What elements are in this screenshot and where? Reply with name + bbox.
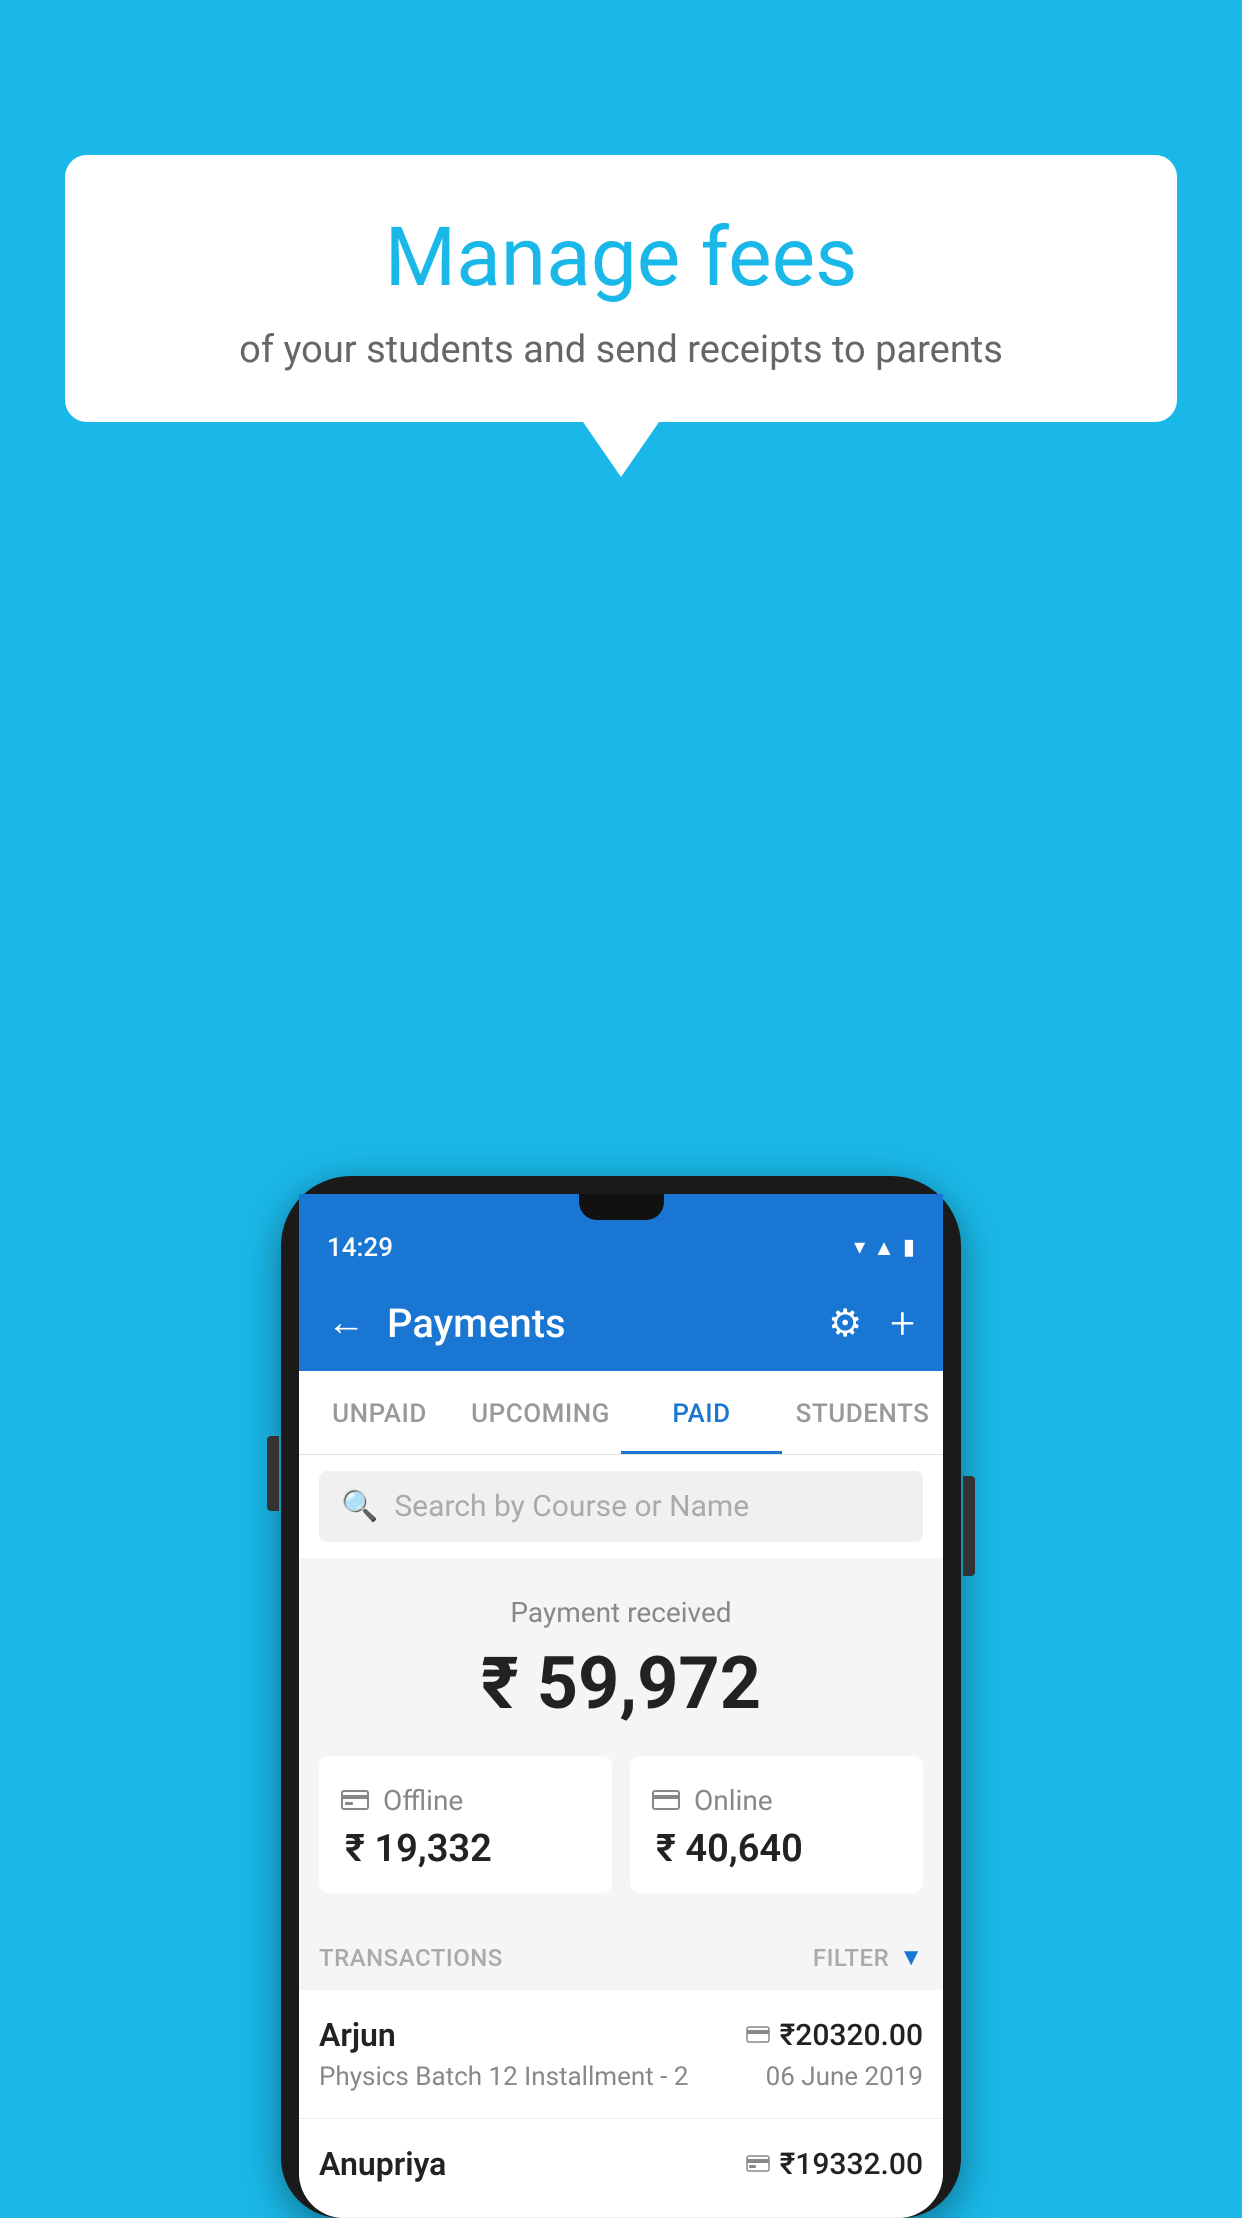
online-icon xyxy=(652,1784,680,1817)
speech-bubble-title: Manage fees xyxy=(125,210,1117,306)
online-label: Online xyxy=(694,1784,773,1817)
battery-icon: ▮ xyxy=(903,1235,915,1260)
status-icons: ▾ ▲ ▮ xyxy=(854,1235,915,1261)
transaction-course: Physics Batch 12 Installment - 2 xyxy=(319,2062,688,2092)
transaction-name: Arjun xyxy=(319,2016,396,2054)
speech-bubble-arrow xyxy=(583,422,659,477)
tab-unpaid[interactable]: UNPAID xyxy=(299,1371,460,1454)
transactions-label: TRANSACTIONS xyxy=(319,1944,503,1972)
offline-card-header: Offline xyxy=(341,1784,590,1817)
transaction-offline-icon xyxy=(746,2150,770,2178)
transaction-amount: ₹20320.00 xyxy=(780,2018,923,2053)
tab-students[interactable]: STUDENTS xyxy=(782,1371,943,1454)
transaction-amount-container: ₹19332.00 xyxy=(746,2147,923,2182)
header-right: ⚙ + xyxy=(828,1297,915,1349)
wifi-icon: ▾ xyxy=(854,1235,865,1260)
back-button[interactable]: ← xyxy=(327,1301,365,1345)
search-bar[interactable]: 🔍 Search by Course or Name xyxy=(319,1471,923,1542)
transaction-amount: ₹19332.00 xyxy=(780,2147,923,2182)
header-left: ← Payments xyxy=(327,1300,566,1347)
tab-upcoming[interactable]: UPCOMING xyxy=(460,1371,621,1454)
phone-frame: 14:29 ▾ ▲ ▮ ← Payments ⚙ + UNPAID UPCOMI… xyxy=(281,1176,961,2218)
payment-summary: Payment received ₹ 59,972 xyxy=(299,1558,943,1756)
tabs-container: UNPAID UPCOMING PAID STUDENTS xyxy=(299,1371,943,1455)
status-time: 14:29 xyxy=(327,1233,393,1263)
speech-bubble-subtitle: of your students and send receipts to pa… xyxy=(125,328,1117,372)
table-row[interactable]: Anupriya ₹19332.00 xyxy=(299,2119,943,2218)
filter-label: FILTER xyxy=(813,1944,889,1972)
speech-bubble: Manage fees of your students and send re… xyxy=(65,155,1177,422)
filter-container[interactable]: FILTER ▼ xyxy=(813,1943,923,1972)
search-input[interactable]: Search by Course or Name xyxy=(394,1489,749,1524)
table-row[interactable]: Arjun ₹20320.00 Physics Batch 12 Install… xyxy=(299,1990,943,2119)
signal-icon: ▲ xyxy=(873,1235,895,1261)
online-card-header: Online xyxy=(652,1784,901,1817)
filter-icon: ▼ xyxy=(899,1943,923,1972)
speech-bubble-section: Manage fees of your students and send re… xyxy=(65,155,1177,477)
notch-row xyxy=(299,1194,943,1220)
transaction-row-bottom: Physics Batch 12 Installment - 2 06 June… xyxy=(319,2062,923,2092)
power-button xyxy=(963,1476,975,1576)
phone-screen: ← Payments ⚙ + UNPAID UPCOMING PAID STUD… xyxy=(299,1275,943,2218)
payment-cards: Offline ₹ 19,332 Online ₹ 40,640 xyxy=(299,1756,943,1921)
notch xyxy=(579,1194,664,1220)
transactions-header: TRANSACTIONS FILTER ▼ xyxy=(299,1921,943,1990)
settings-icon[interactable]: ⚙ xyxy=(828,1301,862,1346)
search-icon: 🔍 xyxy=(341,1489,378,1524)
offline-icon xyxy=(341,1784,369,1817)
transaction-online-icon xyxy=(746,2021,770,2049)
offline-card: Offline ₹ 19,332 xyxy=(319,1756,612,1893)
add-icon[interactable]: + xyxy=(890,1297,915,1349)
offline-label: Offline xyxy=(383,1784,463,1817)
transaction-date: 06 June 2019 xyxy=(766,2062,923,2092)
volume-button xyxy=(267,1436,279,1511)
header-title: Payments xyxy=(387,1300,566,1347)
online-amount: ₹ 40,640 xyxy=(652,1827,901,1871)
payment-total-amount: ₹ 59,972 xyxy=(319,1641,923,1726)
transaction-row-top: Anupriya ₹19332.00 xyxy=(319,2145,923,2183)
transaction-name: Anupriya xyxy=(319,2145,446,2183)
search-container: 🔍 Search by Course or Name xyxy=(299,1455,943,1558)
payment-received-label: Payment received xyxy=(319,1596,923,1629)
online-card: Online ₹ 40,640 xyxy=(630,1756,923,1893)
tab-paid[interactable]: PAID xyxy=(621,1371,782,1454)
transaction-amount-container: ₹20320.00 xyxy=(746,2018,923,2053)
transaction-row-top: Arjun ₹20320.00 xyxy=(319,2016,923,2054)
status-bar: 14:29 ▾ ▲ ▮ xyxy=(299,1220,943,1275)
app-header: ← Payments ⚙ + xyxy=(299,1275,943,1371)
offline-amount: ₹ 19,332 xyxy=(341,1827,590,1871)
